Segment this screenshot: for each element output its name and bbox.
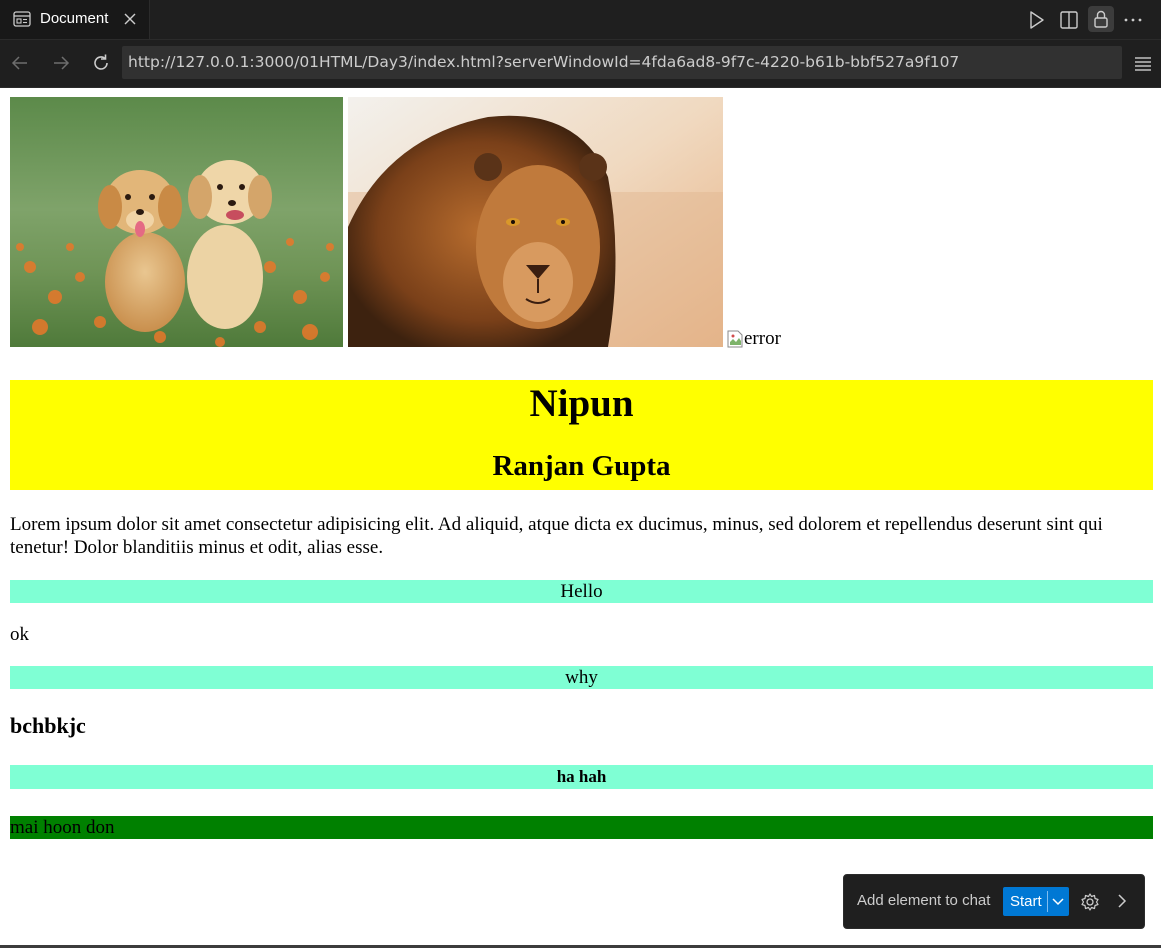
heading-bchbkjc: bchbkjc bbox=[10, 713, 86, 738]
green-bar: mai hoon don bbox=[10, 816, 1153, 839]
address-bar-row: http://127.0.0.1:3000/01HTML/Day3/index.… bbox=[0, 40, 1161, 88]
broken-image-icon bbox=[727, 330, 743, 348]
browser-tab-bar: Document bbox=[0, 0, 1161, 40]
hello-bar: Hello bbox=[10, 580, 1153, 603]
more-icon[interactable] bbox=[1122, 9, 1144, 31]
lock-icon bbox=[1094, 10, 1108, 28]
lorem-paragraph: Lorem ipsum dolor sit amet consectetur a… bbox=[10, 514, 1103, 558]
start-button[interactable]: Start bbox=[1003, 887, 1069, 916]
heading-nipun: Nipun bbox=[529, 382, 634, 425]
reload-icon[interactable] bbox=[91, 53, 111, 73]
play-icon[interactable] bbox=[1025, 9, 1047, 31]
yellow-header: Nipun Ranjan Gupta bbox=[10, 380, 1153, 490]
why-bar: why bbox=[10, 666, 1153, 689]
close-icon[interactable] bbox=[123, 12, 137, 26]
widget-label: Add element to chat bbox=[857, 892, 991, 909]
split-editor-icon[interactable] bbox=[1058, 9, 1080, 31]
page-viewport: error Nipun Ranjan Gupta Lorem ipsum dol… bbox=[0, 88, 1161, 948]
lion-image bbox=[348, 97, 723, 347]
broken-image-alt: error bbox=[744, 328, 781, 349]
start-button-divider bbox=[1047, 891, 1048, 912]
url-input[interactable]: http://127.0.0.1:3000/01HTML/Day3/index.… bbox=[122, 46, 1122, 79]
browser-page-icon bbox=[13, 11, 31, 27]
ok-text: ok bbox=[10, 624, 29, 645]
ha-hah-bar: ha hah bbox=[10, 765, 1153, 789]
add-element-to-chat-widget: Add element to chat Start bbox=[843, 874, 1145, 929]
puppies-image bbox=[10, 97, 343, 347]
tab-label: Document bbox=[40, 10, 109, 27]
lock-button[interactable] bbox=[1088, 6, 1114, 32]
start-button-label: Start bbox=[1010, 893, 1042, 910]
hamburger-menu-icon[interactable] bbox=[1133, 53, 1153, 73]
gear-icon[interactable] bbox=[1080, 892, 1100, 912]
heading-ranjan-gupta: Ranjan Gupta bbox=[492, 450, 671, 482]
back-arrow-icon[interactable] bbox=[10, 53, 30, 73]
broken-image: error bbox=[727, 328, 781, 350]
tab-document[interactable]: Document bbox=[0, 0, 150, 39]
forward-arrow-icon[interactable] bbox=[51, 53, 71, 73]
chevron-down-icon[interactable] bbox=[1050, 893, 1066, 909]
chevron-right-icon[interactable] bbox=[1114, 893, 1130, 909]
